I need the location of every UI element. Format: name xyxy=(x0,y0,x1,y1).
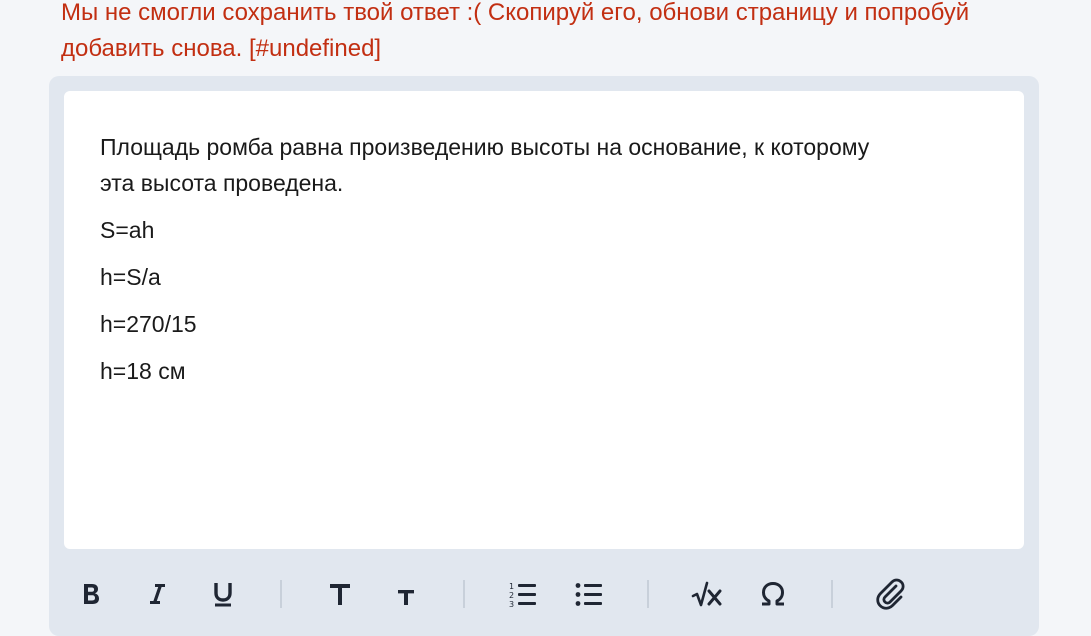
ordered-list-button[interactable]: 1 2 3 xyxy=(501,572,545,616)
svg-text:3: 3 xyxy=(509,600,514,608)
bullet-list-icon xyxy=(575,583,602,606)
save-error-message: Мы не смогли сохранить твой ответ :( Ско… xyxy=(61,0,970,62)
answer-paragraph: Площадь ромба равна произведению высоты … xyxy=(100,134,870,196)
toolbar-separator xyxy=(831,580,833,608)
bold-icon xyxy=(84,584,99,604)
toolbar-separator xyxy=(647,580,649,608)
underline-button[interactable] xyxy=(201,572,245,616)
underline-icon xyxy=(214,583,232,607)
answer-editor: Площадь ромба равна произведению высоты … xyxy=(49,76,1039,636)
italic-button[interactable] xyxy=(135,572,179,616)
answer-paragraph: h=18 см xyxy=(100,358,186,384)
svg-text:2: 2 xyxy=(509,591,514,600)
toolbar-separator xyxy=(280,580,282,608)
math-formula-button[interactable] xyxy=(685,572,729,616)
formatting-toolbar: 1 2 3 xyxy=(67,572,1027,616)
heading-small-icon xyxy=(398,590,414,605)
svg-text:1: 1 xyxy=(509,582,514,591)
heading-large-icon xyxy=(330,584,350,605)
bullet-list-button[interactable] xyxy=(567,572,611,616)
special-symbol-button[interactable] xyxy=(751,572,795,616)
answer-paragraph: h=S/a xyxy=(100,264,161,290)
bold-button[interactable] xyxy=(69,572,113,616)
toolbar-separator xyxy=(463,580,465,608)
paperclip-icon xyxy=(876,578,905,610)
ordered-list-icon: 1 2 3 xyxy=(509,582,536,608)
answer-paragraph: h=270/15 xyxy=(100,311,197,337)
square-root-icon xyxy=(691,581,722,607)
italic-icon xyxy=(150,584,165,604)
answer-text-area[interactable]: Площадь ромба равна произведению высоты … xyxy=(64,91,1024,549)
heading-large-button[interactable] xyxy=(318,572,362,616)
omega-icon xyxy=(762,582,784,606)
answer-paragraph: S=ah xyxy=(100,217,155,243)
heading-small-button[interactable] xyxy=(384,572,428,616)
attachment-button[interactable] xyxy=(869,572,913,616)
